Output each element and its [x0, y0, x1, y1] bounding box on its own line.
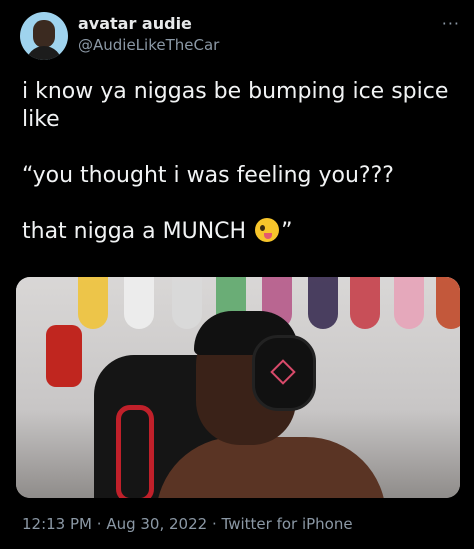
tweet-date[interactable]: Aug 30, 2022 [106, 515, 207, 533]
tweet-time[interactable]: 12:13 PM [22, 515, 92, 533]
handle[interactable]: @AudieLikeTheCar [78, 35, 219, 55]
red-figure [46, 325, 82, 387]
tweet-meta: 12:13 PM · Aug 30, 2022 · Twitter for iP… [22, 514, 353, 534]
chair-accent [116, 405, 154, 498]
wall-decoration [436, 277, 460, 329]
avatar-face [33, 20, 55, 48]
wall-decoration [308, 277, 338, 329]
wall-decoration [124, 277, 154, 329]
wall-decoration [172, 277, 202, 329]
wall-decoration [394, 277, 424, 329]
avatar[interactable] [20, 12, 68, 60]
tweet-line-1: i know ya niggas be bumping ice spice li… [22, 79, 449, 132]
tweet-media-image[interactable] [16, 277, 460, 498]
tweet-text: i know ya niggas be bumping ice spice li… [22, 78, 462, 246]
zany-face-emoji-icon [255, 218, 280, 242]
meta-separator: · [96, 515, 102, 533]
meta-separator: · [211, 515, 217, 533]
wall-decoration [350, 277, 380, 329]
tweet-line-2: “you thought i was feeling you??? [22, 163, 394, 188]
wall-decoration [78, 277, 108, 329]
tweet-line-3-quote: ” [281, 219, 293, 244]
tweet-line-3-text: that nigga a MUNCH [22, 219, 247, 244]
avatar-body [26, 46, 62, 60]
more-options-icon[interactable]: ··· [442, 14, 460, 33]
author-names: avatar audie @AudieLikeTheCar [78, 14, 219, 55]
tweet-header: avatar audie @AudieLikeTheCar ··· [12, 10, 462, 62]
tweet-line-3: that nigga a MUNCH ” [22, 218, 462, 246]
display-name[interactable]: avatar audie [78, 14, 219, 33]
tweet-source[interactable]: Twitter for iPhone [222, 515, 353, 533]
